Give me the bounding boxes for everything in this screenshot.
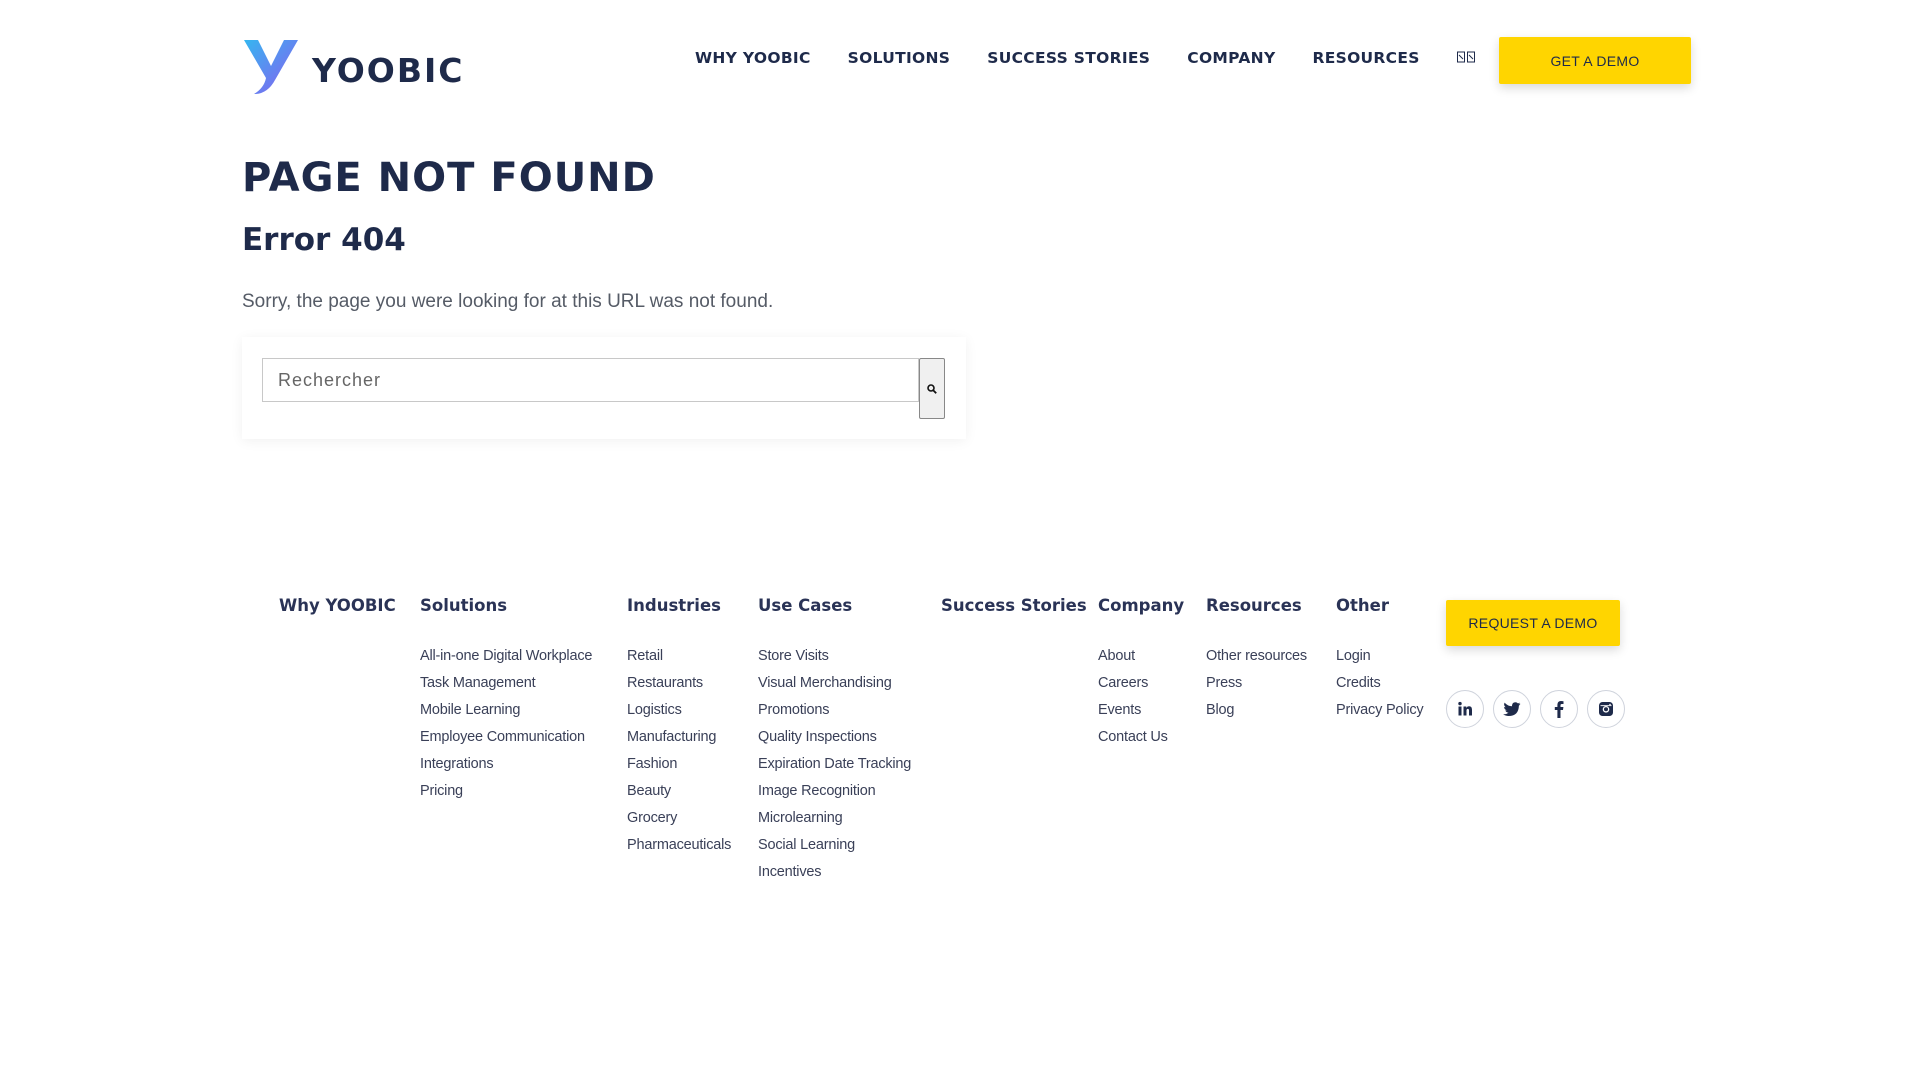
footer-link[interactable]: Grocery bbox=[627, 805, 731, 832]
facebook-f-icon bbox=[1554, 701, 1564, 718]
footer-col-solutions: Solutions All-in-one Digital Workplace T… bbox=[420, 596, 592, 805]
twitter-icon[interactable] bbox=[1493, 690, 1531, 728]
footer-link[interactable]: Manufacturing bbox=[627, 724, 731, 751]
footer-link-list: All-in-one Digital Workplace Task Manage… bbox=[420, 643, 592, 805]
footer-col-success-stories: Success Stories bbox=[941, 596, 1087, 615]
footer-link[interactable]: Store Visits bbox=[758, 643, 911, 670]
search-input[interactable] bbox=[262, 358, 919, 402]
footer-link[interactable]: Task Management bbox=[420, 670, 592, 697]
language-icon[interactable] bbox=[1456, 51, 1475, 66]
footer-link[interactable]: Microlearning bbox=[758, 805, 911, 832]
footer-link[interactable]: Expiration Date Tracking bbox=[758, 751, 911, 778]
footer-heading[interactable]: Resources bbox=[1206, 596, 1307, 615]
page-title: PAGE NOT FOUND bbox=[242, 155, 656, 201]
footer-link-list: Other resources Press Blog bbox=[1206, 643, 1307, 724]
footer-heading[interactable]: Company bbox=[1098, 596, 1184, 615]
facebook-icon[interactable] bbox=[1540, 690, 1578, 728]
footer-link[interactable]: Logistics bbox=[627, 697, 731, 724]
footer-link[interactable]: Social Learning bbox=[758, 832, 911, 859]
twitter-bird-icon bbox=[1503, 701, 1521, 716]
footer-link[interactable]: Image Recognition bbox=[758, 778, 911, 805]
not-found-message: Sorry, the page you were looking for at … bbox=[242, 291, 774, 312]
footer-link[interactable]: Careers bbox=[1098, 670, 1184, 697]
social-links bbox=[1446, 690, 1634, 728]
footer-link[interactable]: Employee Communication bbox=[420, 724, 592, 751]
footer-link[interactable]: Integrations bbox=[420, 751, 592, 778]
get-a-demo-button[interactable]: GET A DEMO bbox=[1499, 37, 1691, 84]
request-a-demo-button[interactable]: REQUEST A DEMO bbox=[1446, 600, 1620, 646]
footer-link[interactable]: Events bbox=[1098, 697, 1184, 724]
footer-link[interactable]: Blog bbox=[1206, 697, 1307, 724]
nav-resources[interactable]: RESOURCES bbox=[1312, 49, 1419, 67]
search-form bbox=[242, 337, 966, 439]
nav-solutions[interactable]: SOLUTIONS bbox=[848, 49, 951, 67]
footer-link[interactable]: Quality Inspections bbox=[758, 724, 911, 751]
footer-col-other: Other Login Credits Privacy Policy bbox=[1336, 596, 1424, 724]
footer-link[interactable]: Pricing bbox=[420, 778, 592, 805]
footer-heading[interactable]: Industries bbox=[627, 596, 731, 615]
footer-link-list: Store Visits Visual Merchandising Promot… bbox=[758, 643, 911, 886]
instagram-camera-icon bbox=[1599, 702, 1613, 716]
footer-col-use-cases: Use Cases Store Visits Visual Merchandis… bbox=[758, 596, 911, 886]
footer-heading[interactable]: Solutions bbox=[420, 596, 592, 615]
linkedin-glyph-icon bbox=[1458, 701, 1472, 716]
footer-col-resources: Resources Other resources Press Blog bbox=[1206, 596, 1307, 724]
footer-link[interactable]: All-in-one Digital Workplace bbox=[420, 643, 592, 670]
footer-heading[interactable]: Success Stories bbox=[941, 596, 1087, 615]
footer-link[interactable]: Login bbox=[1336, 643, 1423, 670]
yoobic-logo[interactable]: YOOBIC bbox=[242, 38, 464, 96]
footer-link[interactable]: Promotions bbox=[758, 697, 911, 724]
footer-link[interactable]: Credits bbox=[1336, 670, 1423, 697]
nav-success-stories[interactable]: SUCCESS STORIES bbox=[987, 49, 1150, 67]
nav-company[interactable]: COMPANY bbox=[1187, 49, 1275, 67]
footer-link-list: About Careers Events Contact Us bbox=[1098, 643, 1184, 751]
footer-col-company: Company About Careers Events Contact Us bbox=[1098, 596, 1184, 751]
footer-link[interactable]: Contact Us bbox=[1098, 724, 1184, 751]
instagram-icon[interactable] bbox=[1587, 690, 1625, 728]
footer-link[interactable]: Retail bbox=[627, 643, 731, 670]
footer-link[interactable]: Fashion bbox=[627, 751, 731, 778]
footer-link[interactable]: Restaurants bbox=[627, 670, 731, 697]
footer-link[interactable]: About bbox=[1098, 643, 1184, 670]
footer-link[interactable]: Pharmaceuticals bbox=[627, 832, 731, 859]
footer-link[interactable]: Other resources bbox=[1206, 643, 1307, 670]
footer-link[interactable]: Visual Merchandising bbox=[758, 670, 911, 697]
footer-link[interactable]: Beauty bbox=[627, 778, 731, 805]
footer-col-industries: Industries Retail Restaurants Logistics … bbox=[627, 596, 731, 859]
footer-link-list: Retail Restaurants Logistics Manufacturi… bbox=[627, 643, 731, 859]
error-code: Error 404 bbox=[242, 222, 406, 258]
footer-col-why-yoobic: Why YOOBIC bbox=[279, 596, 396, 615]
yoobic-logo-icon bbox=[244, 40, 298, 94]
main-nav: WHY YOOBIC SOLUTIONS SUCCESS STORIES COM… bbox=[695, 49, 1475, 67]
footer-heading[interactable]: Use Cases bbox=[758, 596, 911, 615]
search-button[interactable] bbox=[919, 358, 945, 419]
search-icon bbox=[927, 383, 937, 394]
flag-placeholder-icon bbox=[1456, 51, 1475, 62]
footer-link[interactable]: Privacy Policy bbox=[1336, 697, 1424, 724]
footer-link[interactable]: Mobile Learning bbox=[420, 697, 592, 724]
footer-link[interactable]: Press bbox=[1206, 670, 1307, 697]
footer-heading[interactable]: Other bbox=[1336, 596, 1423, 615]
nav-why-yoobic[interactable]: WHY YOOBIC bbox=[695, 49, 811, 67]
site-header: YOOBIC WHY YOOBIC SOLUTIONS SUCCESS STOR… bbox=[0, 0, 1920, 120]
logo-wordmark: YOOBIC bbox=[312, 50, 465, 90]
footer-link[interactable]: Incentives bbox=[758, 859, 911, 886]
footer-link-list: Login Credits Privacy Policy bbox=[1336, 643, 1424, 724]
footer-heading[interactable]: Why YOOBIC bbox=[279, 596, 396, 615]
linkedin-icon[interactable] bbox=[1446, 690, 1484, 728]
